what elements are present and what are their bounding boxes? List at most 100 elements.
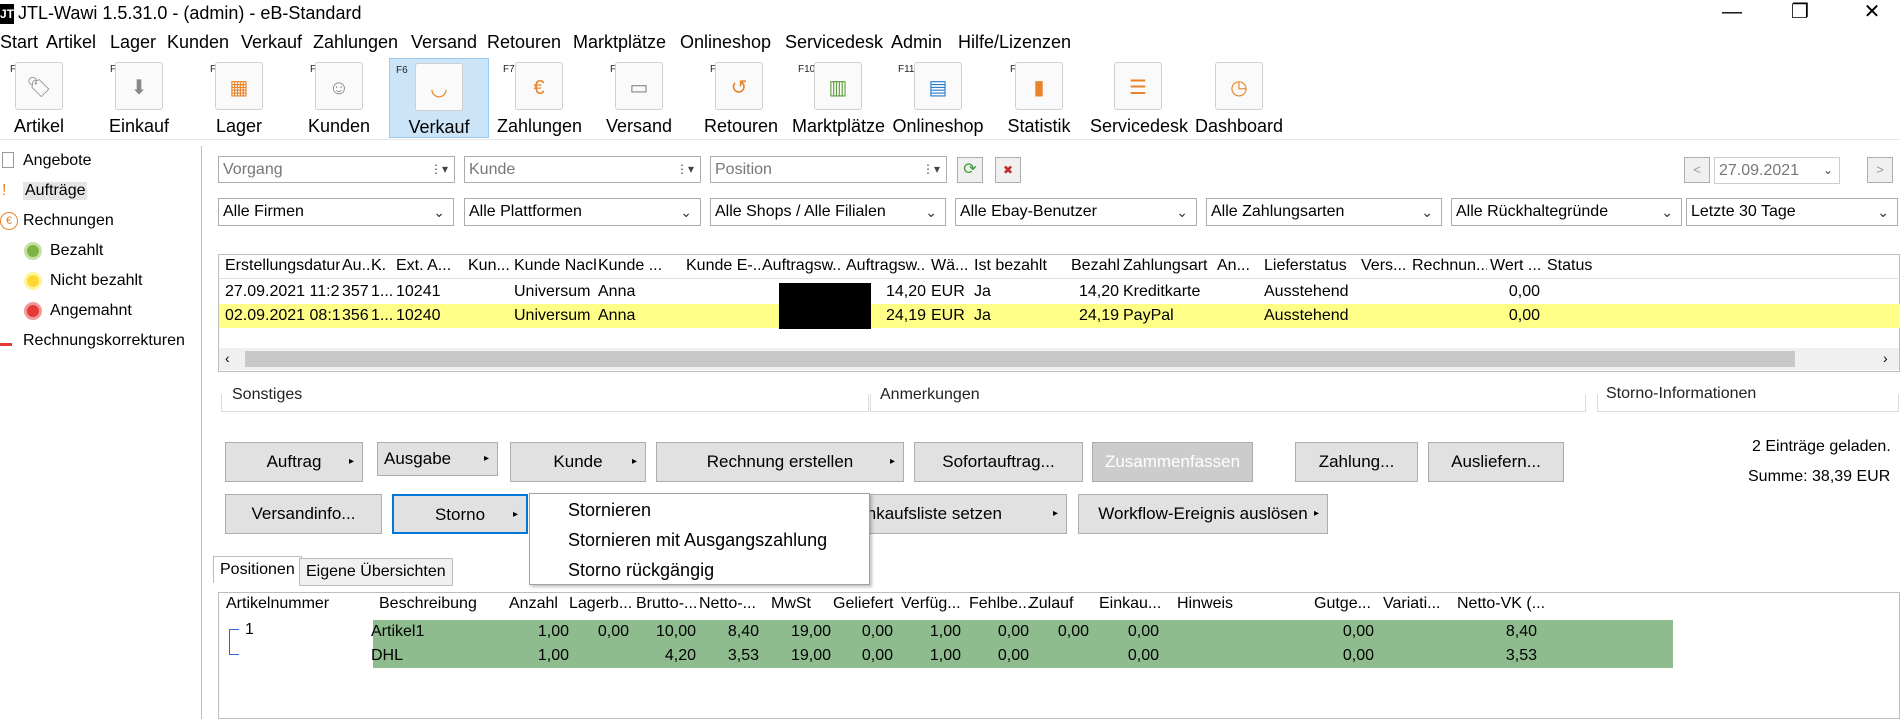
kunde-search-input[interactable]: Kunde ⋮▾	[464, 156, 701, 183]
sidebar-item-angebote[interactable]: Angebote	[23, 152, 92, 170]
tab-eigene-uebersichten[interactable]: Eigene Übersichten	[299, 558, 453, 586]
date-picker[interactable]: 27.09.2021 ⌄	[1714, 157, 1840, 184]
menu-admin[interactable]: Admin	[891, 32, 942, 53]
column-header[interactable]: Kunde Nachn...	[514, 257, 596, 275]
column-header[interactable]: Erstellungsdatum	[225, 257, 340, 275]
firmen-filter-select[interactable]: Alle Firmen ⌄	[218, 198, 454, 226]
column-header[interactable]: Netto-VK (...	[1457, 595, 1545, 613]
ribbon-kunden-button[interactable]: F5☺Kunden	[304, 58, 374, 138]
sidebar-item-rechnungen[interactable]: Rechnungen	[23, 212, 114, 230]
ribbon-marktplaetze-button[interactable]: F10 ▥ Marktplätze	[792, 58, 885, 138]
menu-item-stornieren-mit-ausgangszahlung[interactable]: Stornieren mit Ausgangszahlung	[568, 530, 827, 551]
ausliefern-button[interactable]: Ausliefern...	[1428, 442, 1564, 482]
scrollbar-thumb[interactable]	[245, 351, 1795, 367]
rechnung-erstellen-button[interactable]: Rechnung erstellen ▸	[656, 442, 904, 482]
zahlungsarten-filter-select[interactable]: Alle Zahlungsarten ⌄	[1206, 198, 1442, 226]
refresh-button[interactable]: ⟳	[957, 157, 983, 183]
ribbon-onlineshop-button[interactable]: F11 ▤ Onlineshop	[892, 58, 984, 138]
ausgabe-button[interactable]: Ausgabe ▸	[377, 442, 498, 476]
table-row-selected[interactable]: 02.09.2021 08:19:043561...10240 Universum…	[219, 304, 1900, 328]
column-header[interactable]: Anzahl	[509, 595, 577, 613]
workflow-ereignis-button[interactable]: Workflow-Ereignis auslösen ▸	[1078, 494, 1328, 534]
menu-artikel[interactable]: Artikel	[46, 32, 96, 53]
column-header[interactable]: Wä...	[931, 257, 971, 275]
einkaufsliste-setzen-button[interactable]: inkaufsliste setzen ▸	[855, 494, 1067, 534]
menu-hilfe-lizenzen[interactable]: Hilfe/Lizenzen	[958, 32, 1071, 53]
zusammenfassen-button[interactable]: Zusammenfassen	[1092, 442, 1253, 482]
vorgang-search-input[interactable]: Vorgang ⋮▾	[218, 156, 455, 183]
maximize-button[interactable]: ❐	[1780, 0, 1820, 26]
menu-lager[interactable]: Lager	[110, 32, 156, 53]
column-header[interactable]: Hinweis	[1177, 595, 1315, 613]
menu-retouren[interactable]: Retouren	[487, 32, 561, 53]
sidebar-item-rechnungskorrekturen[interactable]: Rechnungskorrekturen	[23, 332, 185, 350]
column-header[interactable]: Brutto-...	[636, 595, 704, 613]
next-date-button[interactable]: >	[1867, 157, 1893, 183]
menu-item-stornieren[interactable]: Stornieren	[568, 500, 651, 521]
column-header[interactable]: Auftragsw...	[846, 257, 926, 275]
column-header[interactable]: Kun...	[468, 257, 512, 275]
menu-versand[interactable]: Versand	[411, 32, 477, 53]
prev-date-button[interactable]: <	[1684, 157, 1710, 183]
column-header[interactable]: Einkau...	[1099, 595, 1167, 613]
ebay-benutzer-filter-select[interactable]: Alle Ebay-Benutzer ⌄	[955, 198, 1197, 226]
rueckhaltegruende-filter-select[interactable]: Alle Rückhaltegründe ⌄	[1451, 198, 1682, 226]
column-header[interactable]: Ext. A...	[396, 257, 464, 275]
shops-filter-select[interactable]: Alle Shops / Alle Filialen ⌄	[710, 198, 946, 226]
column-header[interactable]: Vers...	[1361, 257, 1409, 275]
tab-positionen[interactable]: Positionen	[213, 556, 302, 583]
column-header[interactable]: Ist bezahlt	[974, 257, 1069, 275]
column-header[interactable]: Variati...	[1383, 595, 1451, 613]
scroll-left-icon[interactable]: ‹	[225, 350, 230, 366]
menu-item-storno-rueckgaengig[interactable]: Storno rückgängig	[568, 560, 714, 581]
column-header[interactable]: Beschreibung	[379, 595, 507, 613]
horizontal-scrollbar[interactable]: ‹ ›	[219, 348, 1899, 370]
ribbon-servicedesk-button[interactable]: Alt+S☰Servicedesk	[1090, 58, 1188, 138]
ribbon-verkauf-button[interactable]: F6 ◡ Verkauf	[389, 58, 489, 138]
versandinfo-button[interactable]: Versandinfo...	[225, 494, 382, 534]
sidebar-item-bezahlt[interactable]: Bezahlt	[50, 242, 103, 260]
column-header[interactable]: Netto-...	[699, 595, 767, 613]
sidebar-item-nicht-bezahlt[interactable]: Nicht bezahlt	[50, 272, 143, 290]
ribbon-statistik-button[interactable]: F12▮Statistik	[1004, 58, 1074, 138]
column-header[interactable]: Verfüg...	[901, 595, 969, 613]
plattformen-filter-select[interactable]: Alle Plattformen ⌄	[464, 198, 701, 226]
column-header[interactable]: Rechnun...	[1412, 257, 1487, 275]
ribbon-zahlungen-button[interactable]: F7 € Zahlungen	[497, 58, 582, 138]
menu-marktplaetze[interactable]: Marktplätze	[573, 32, 666, 53]
ribbon-lager-button[interactable]: F4▦Lager	[204, 58, 274, 138]
sidebar-item-angemahnt[interactable]: Angemahnt	[50, 302, 132, 320]
column-header[interactable]: Lieferstatus	[1264, 257, 1358, 275]
menu-verkauf[interactable]: Verkauf	[241, 32, 302, 53]
ribbon-einkauf-button[interactable]: F3⬇Einkauf	[104, 58, 174, 138]
menu-onlineshop[interactable]: Onlineshop	[680, 32, 771, 53]
table-row[interactable]: 27.09.2021 11:23:483571...10241 Universum…	[219, 280, 1900, 304]
minimize-button[interactable]: —	[1712, 0, 1752, 26]
scroll-right-icon[interactable]: ›	[1883, 350, 1888, 366]
column-header[interactable]: Auftragsw...	[762, 257, 842, 275]
column-header[interactable]: Status	[1547, 257, 1597, 275]
column-header[interactable]: Artikelnummer	[226, 595, 354, 613]
storno-button[interactable]: Storno ▸	[392, 494, 528, 534]
column-header[interactable]: Kunde E-...	[686, 257, 760, 275]
column-header[interactable]: Wert ...	[1490, 257, 1540, 275]
sofortauftrag-button[interactable]: Sofortauftrag...	[914, 442, 1083, 482]
column-header[interactable]: Zulauf	[1029, 595, 1097, 613]
column-header[interactable]: Kunde ...	[598, 257, 684, 275]
auftrag-button[interactable]: Auftrag ▸	[225, 442, 363, 482]
zahlung-button[interactable]: Zahlung...	[1295, 442, 1418, 482]
column-header[interactable]: Geliefert	[833, 595, 901, 613]
ribbon-versand-button[interactable]: F8▭Versand	[604, 58, 674, 138]
column-header[interactable]: Zahlungsart	[1123, 257, 1213, 275]
position-search-input[interactable]: Position ⋮▾	[710, 156, 947, 183]
column-header[interactable]: Gutge...	[1314, 595, 1382, 613]
table-row[interactable]: DHL 1,00 4,20 3,53 19,00 0,00 1,00 0,00 0,00 0,00…	[371, 644, 1673, 668]
column-header[interactable]: Lagerb...	[569, 595, 637, 613]
menu-start[interactable]: Start	[0, 32, 38, 53]
menu-kunden[interactable]: Kunden	[167, 32, 229, 53]
menu-servicedesk[interactable]: Servicedesk	[785, 32, 883, 53]
column-header[interactable]: MwSt	[771, 595, 839, 613]
clear-filter-button[interactable]: ✖	[995, 157, 1021, 183]
ribbon-artikel-button[interactable]: F2🏷Artikel	[4, 58, 74, 138]
menu-zahlungen[interactable]: Zahlungen	[313, 32, 398, 53]
